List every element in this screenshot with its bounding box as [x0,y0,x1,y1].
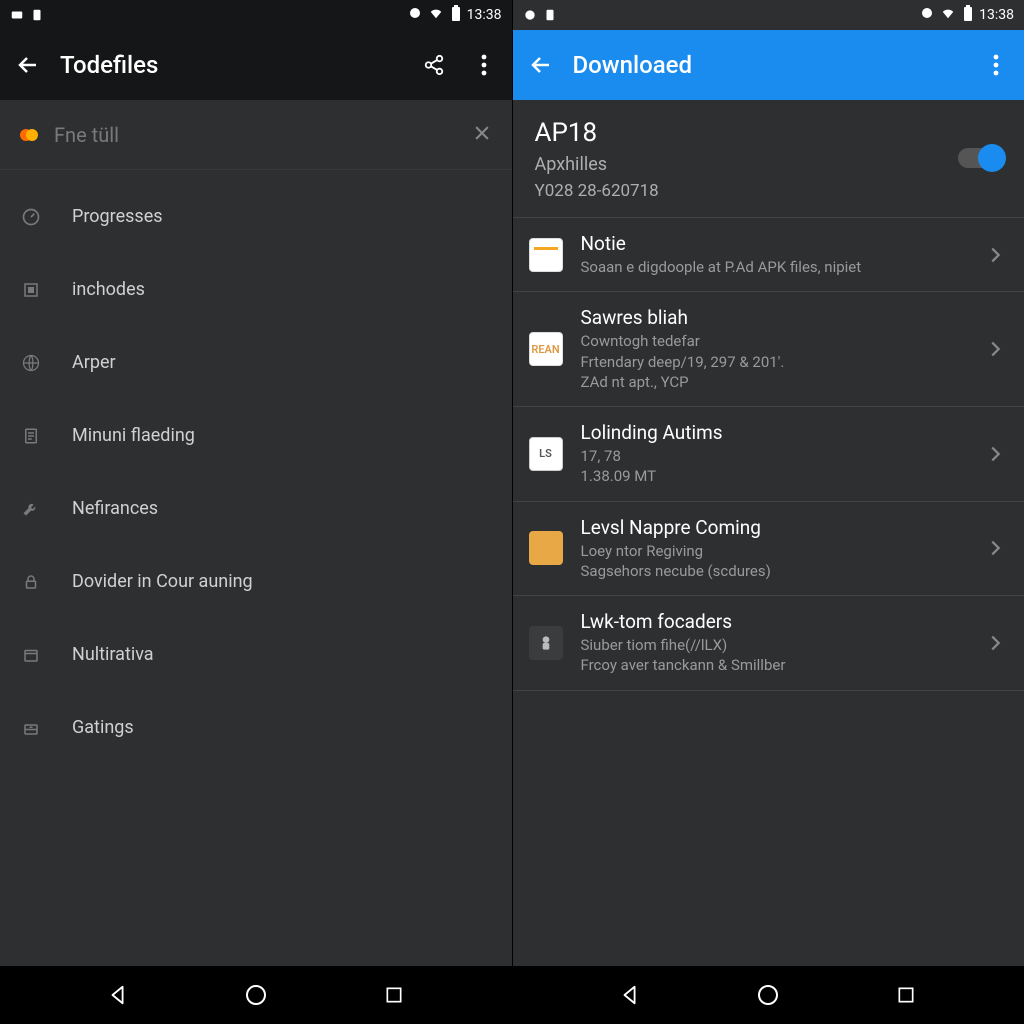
nav-bar [513,966,1024,1024]
menu-item-gatings[interactable]: Gatings [0,691,512,764]
more-button[interactable] [470,51,498,79]
list-item-title: Levsl Nappre Coming [581,516,985,539]
menu-label: Nefirances [72,498,158,519]
list-item[interactable]: Lwk-tom focadersSiuber tiom fihe(//lLX)F… [513,596,1024,691]
menu-label: Nultirativa [72,644,154,665]
page-title: Todefiles [60,51,158,79]
status-bar: 13:38 [513,0,1024,30]
drawer-icon [20,717,42,739]
list-item[interactable]: NotieSoaan e digdoople at P.Ad APK files… [513,218,1024,292]
battery-icon [451,5,461,25]
menu-item-nultirativa[interactable]: Nultirativa [0,618,512,691]
list-item[interactable]: Levsl Nappre ComingLoey ntor RegivingSag… [513,502,1024,597]
header-sub2: Y028 28-620718 [535,181,1003,201]
list-item-body: Levsl Nappre ComingLoey ntor RegivingSag… [581,516,985,582]
list-item[interactable]: REAN Sawres bliahCowntogh tedefarFrtendar… [513,292,1024,407]
list-item-title: Lwk-tom focaders [581,610,985,633]
toggle-switch[interactable] [958,148,1002,168]
list-item-body: Sawres bliahCowntogh tedefarFrtendary de… [581,306,985,392]
header-title: AP18 [535,118,1003,148]
list-item-sub: Loey ntor RegivingSagsehors necube (scdu… [581,541,985,582]
menu-item-dovider[interactable]: Dovider in Cour auning [0,545,512,618]
status-time: 13:38 [467,7,502,23]
download-list: NotieSoaan e digdoople at P.Ad APK files… [513,218,1024,691]
list-item-sub: 17, 781.38.09 MT [581,446,985,487]
lock-icon [20,571,42,593]
menu-item-arper[interactable]: Arper [0,326,512,399]
list-item-title: Lolinding Autims [581,421,985,444]
phone-right: 13:38 Downloaed AP18 Apxhilles Y028 28-6… [513,0,1024,1024]
header-block: AP18 Apxhilles Y028 28-620718 [513,100,1024,218]
list-item-body: Lolinding Autims17, 781.38.09 MT [581,421,985,487]
close-icon[interactable] [472,123,492,147]
folder-icon [529,531,563,565]
list-item-body: Lwk-tom focadersSiuber tiom fihe(//lLX)F… [581,610,985,676]
chevron-right-icon [984,443,1006,465]
app-icon: LS [529,437,563,471]
search-badge-icon [20,129,40,141]
list-item[interactable]: LS Lolinding Autims17, 781.38.09 MT [513,407,1024,502]
globe-icon [20,352,42,374]
menu-item-progresses[interactable]: Progresses [0,180,512,253]
nav-back-button[interactable] [98,975,138,1015]
app-icon [529,626,563,660]
more-button[interactable] [982,51,1010,79]
back-button[interactable] [14,51,42,79]
status-bar: 13:38 [0,0,512,30]
wifi-icon [939,6,957,24]
phone-left: 13:38 Todefiles Fne tüll Progresses incho… [0,0,513,1024]
nav-home-button[interactable] [748,975,788,1015]
chevron-right-icon [984,632,1006,654]
document-icon: REAN [529,332,563,366]
search-label: Fne tüll [54,123,472,147]
gauge-icon [20,206,42,228]
square-icon [20,279,42,301]
battery-icon [963,5,973,25]
chevron-right-icon [984,244,1006,266]
status-icon [30,8,44,22]
menu-label: inchodes [72,279,145,300]
share-button[interactable] [420,51,448,79]
list-item-title: Sawres bliah [581,306,985,329]
back-button[interactable] [527,51,555,79]
header-sub: Apxhilles [535,154,1003,175]
status-dot-icon [409,7,421,23]
menu-label: Gatings [72,717,134,738]
list-item-sub: Siuber tiom fihe(//lLX)Frcoy aver tancka… [581,635,985,676]
box-icon [20,644,42,666]
app-bar: Downloaed [513,30,1024,100]
list-item-title: Notie [581,232,985,255]
page-title: Downloaed [573,51,693,79]
menu-label: Progresses [72,206,163,227]
nav-recent-button[interactable] [886,975,926,1015]
menu-label: Dovider in Cour auning [72,571,253,592]
app-bar: Todefiles [0,30,512,100]
list-item-sub: Cowntogh tedefarFrtendary deep/19, 297 &… [581,331,985,392]
chevron-right-icon [984,537,1006,559]
search-row[interactable]: Fne tüll [0,100,512,170]
status-icon [543,8,557,22]
status-time: 13:38 [979,7,1014,23]
wifi-icon [427,6,445,24]
menu-item-minuni[interactable]: Minuni flaeding [0,399,512,472]
wrench-icon [20,498,42,520]
nav-bar [0,966,512,1024]
menu-label: Arper [72,352,116,373]
menu-item-nefirances[interactable]: Nefirances [0,472,512,545]
nav-recent-button[interactable] [374,975,414,1015]
status-dot-icon [921,7,933,23]
menu-list: Progresses inchodes Arper Minuni flaeding Ne… [0,170,512,764]
chevron-right-icon [984,338,1006,360]
nav-back-button[interactable] [610,975,650,1015]
menu-item-inchodes[interactable]: inchodes [0,253,512,326]
document-icon [529,238,563,272]
status-icon [10,8,24,22]
list-item-body: NotieSoaan e digdoople at P.Ad APK files… [581,232,985,277]
doc-icon [20,425,42,447]
list-item-sub: Soaan e digdoople at P.Ad APK files, nip… [581,257,985,277]
nav-home-button[interactable] [236,975,276,1015]
menu-label: Minuni flaeding [72,425,195,446]
status-icon [523,8,537,22]
